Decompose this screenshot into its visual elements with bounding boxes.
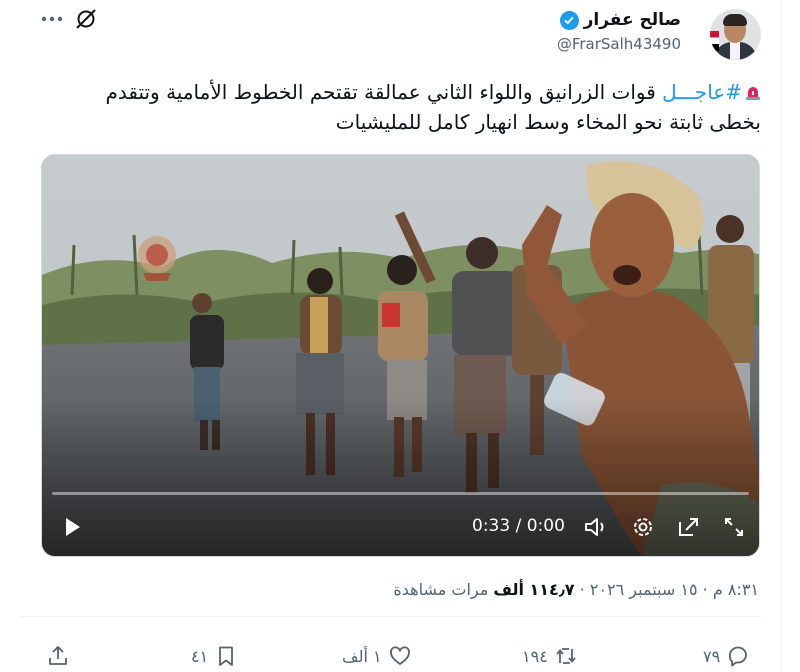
picture-in-picture-icon[interactable] [675, 513, 703, 541]
bookmark-count: ٤١ [191, 646, 209, 666]
volume-muted-icon[interactable] [582, 513, 610, 541]
tweet-text: #عاجـــل قوات الزرانيق واللواء الثاني عم… [31, 77, 761, 137]
rotating-light-emoji [746, 87, 760, 100]
views-count: ١١٤٫٧ ألف [493, 580, 575, 599]
hashtag-link[interactable]: #عاجـــل [662, 80, 742, 104]
bookmark-button[interactable]: ٤١ [191, 640, 238, 672]
share-icon [49, 646, 67, 665]
video-time: 0:33 / 0:00 [472, 516, 565, 536]
repost-count: ١٩٤ [522, 646, 548, 666]
video-progress-bar[interactable] [52, 492, 749, 495]
reply-icon [729, 646, 748, 667]
like-count: ١ ألف [342, 646, 382, 666]
tweet-line-2: بخطى ثابتة نحو المخاء وسط انهيار كامل لل… [335, 110, 761, 134]
tweet-meta: ٨:٣١ م · ١٥ سبتمبر ٢٠٢٦ · ١١٤٫٧ ألف مرات… [393, 580, 759, 599]
repost-icon [556, 648, 576, 664]
grok-icon[interactable] [74, 7, 98, 31]
heart-icon [389, 646, 410, 665]
views-label: مرات مشاهدة [393, 580, 489, 599]
tweet-date[interactable]: ١٥ سبتمبر ٢٠٢٦ [590, 580, 698, 599]
tweet-time[interactable]: ٨:٣١ م [713, 580, 759, 599]
video-frame [42, 155, 759, 556]
reply-button[interactable]: ٧٩ [703, 640, 750, 672]
play-icon[interactable] [58, 513, 86, 541]
settings-gear-icon[interactable] [629, 513, 657, 541]
reply-count: ٧٩ [703, 646, 721, 666]
author-name-row: صالح عفرار [559, 9, 681, 31]
author-display-name[interactable]: صالح عفرار [584, 10, 681, 30]
meta-separator: · [702, 580, 708, 599]
more-horizontal-icon[interactable] [39, 6, 65, 32]
tweet-card: صالح عفرار @FrarSalh43490 #عاجـــل قوات … [0, 0, 782, 672]
bookmark-icon [219, 646, 234, 666]
video-player[interactable]: 0:33 / 0:00 [41, 154, 760, 557]
tweet-line-1-text: قوات الزرانيق واللواء الثاني عمالقة تقتح… [105, 80, 663, 104]
repost-button[interactable]: ١٩٤ [522, 640, 578, 672]
fullscreen-icon[interactable] [720, 513, 748, 541]
author-avatar[interactable] [710, 9, 761, 60]
author-handle[interactable]: @FrarSalh43490 [557, 35, 681, 53]
verified-badge-icon[interactable] [559, 10, 579, 30]
meta-separator: · [579, 580, 585, 599]
tweet-line-1: #عاجـــل قوات الزرانيق واللواء الثاني عم… [31, 77, 761, 107]
video-controls: 0:33 / 0:00 [42, 513, 759, 549]
share-button[interactable] [46, 640, 70, 672]
divider [20, 616, 761, 617]
like-button[interactable]: ١ ألف [342, 640, 412, 672]
